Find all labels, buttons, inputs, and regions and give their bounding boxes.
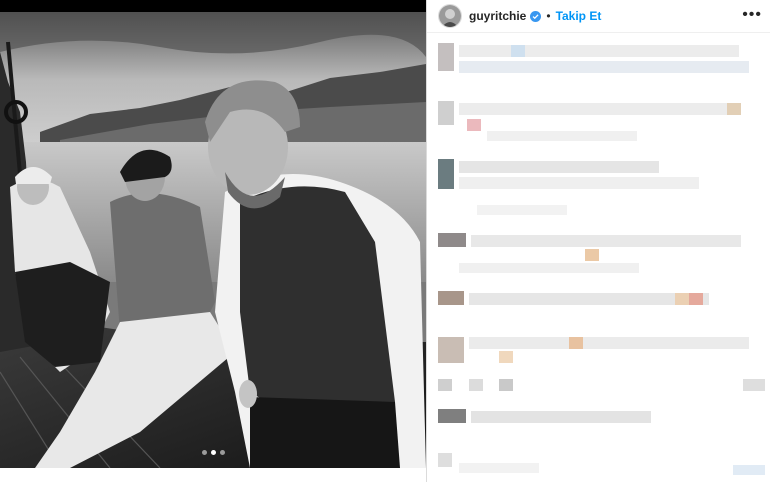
blurred-text xyxy=(469,379,483,391)
blurred-text xyxy=(733,465,765,475)
blurred-text xyxy=(585,249,599,261)
blurred-text xyxy=(675,293,689,305)
avatar[interactable] xyxy=(438,4,462,28)
verified-badge-icon xyxy=(530,10,542,22)
blurred-avatar xyxy=(438,101,454,125)
blurred-text xyxy=(438,453,452,467)
separator-dot: • xyxy=(546,9,551,23)
blurred-text xyxy=(471,411,651,423)
blurred-text xyxy=(727,103,741,115)
blurred-text xyxy=(438,379,452,391)
blurred-avatar xyxy=(438,337,464,363)
carousel-dots xyxy=(0,442,426,460)
post-media-pane xyxy=(0,0,426,482)
comments-blurred-area xyxy=(427,33,770,482)
blurred-text xyxy=(459,61,749,73)
photo-image xyxy=(0,12,426,468)
avatar-image xyxy=(439,5,461,27)
post-header: guyritchie • Takip Et ••• xyxy=(427,0,770,33)
blurred-text xyxy=(743,379,765,391)
blurred-text xyxy=(459,463,539,473)
carousel-dot[interactable] xyxy=(201,450,207,455)
blurred-text xyxy=(477,205,567,215)
blurred-text xyxy=(459,45,739,57)
post-photo[interactable] xyxy=(0,12,426,468)
blurred-avatar xyxy=(438,159,454,189)
username-link[interactable]: guyritchie xyxy=(469,9,526,23)
blurred-avatar xyxy=(438,233,466,247)
blurred-avatar xyxy=(438,43,454,71)
blurred-text xyxy=(471,235,741,247)
carousel-dot-active[interactable] xyxy=(210,450,216,455)
blurred-text xyxy=(569,337,583,349)
blurred-text xyxy=(459,263,639,273)
blurred-text xyxy=(459,177,699,189)
blurred-text xyxy=(469,337,749,349)
post-sidebar: guyritchie • Takip Et ••• xyxy=(426,0,770,482)
more-horizontal-icon[interactable]: ••• xyxy=(742,6,762,24)
blurred-text xyxy=(469,293,709,305)
carousel-dot[interactable] xyxy=(219,450,225,455)
blurred-text xyxy=(459,103,739,115)
follow-button[interactable]: Takip Et xyxy=(556,9,602,23)
blurred-text xyxy=(467,119,481,131)
blurred-avatar xyxy=(438,291,464,305)
blurred-avatar xyxy=(438,409,466,423)
blurred-text xyxy=(487,131,637,141)
blurred-text xyxy=(511,45,525,57)
blurred-text xyxy=(499,379,513,391)
blurred-text xyxy=(689,293,703,305)
blurred-text xyxy=(499,351,513,363)
media-top-bar xyxy=(0,0,426,12)
blurred-text xyxy=(459,161,659,173)
